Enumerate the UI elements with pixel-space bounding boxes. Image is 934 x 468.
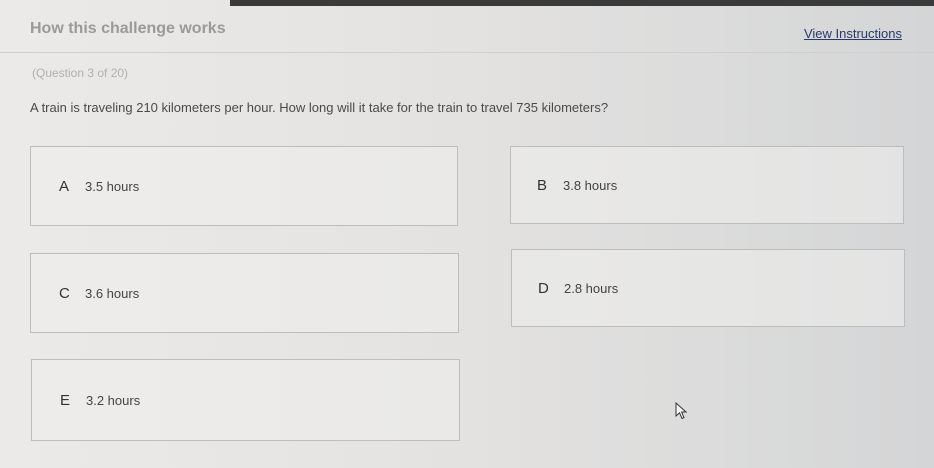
mouse-pointer-icon [675, 402, 688, 420]
option-letter: B [537, 176, 548, 194]
option-text: 3.5 hours [85, 178, 140, 194]
option-letter: C [59, 284, 70, 302]
header-title: How this challenge works [30, 20, 226, 37]
option-text: 3.2 hours [86, 392, 141, 408]
option-text: 3.8 hours [563, 177, 618, 193]
option-letter: A [59, 177, 70, 195]
answer-option-c[interactable]: C 3.6 hours [30, 253, 459, 333]
option-text: 3.6 hours [85, 285, 140, 301]
option-text: 2.8 hours [564, 280, 619, 296]
question-text: A train is traveling 210 kilometers per … [30, 100, 609, 115]
question-counter: (Question 3 of 20) [32, 66, 129, 80]
answer-option-e[interactable]: E 3.2 hours [31, 359, 460, 441]
answer-option-a[interactable]: A 3.5 hours [30, 146, 458, 226]
challenge-header: How this challenge works View Instructio… [0, 6, 934, 53]
answer-option-b[interactable]: B 3.8 hours [510, 146, 904, 224]
option-letter: D [538, 279, 549, 297]
answer-option-d[interactable]: D 2.8 hours [511, 249, 905, 327]
option-letter: E [60, 391, 71, 409]
view-instructions-link[interactable]: View Instructions [804, 26, 902, 41]
